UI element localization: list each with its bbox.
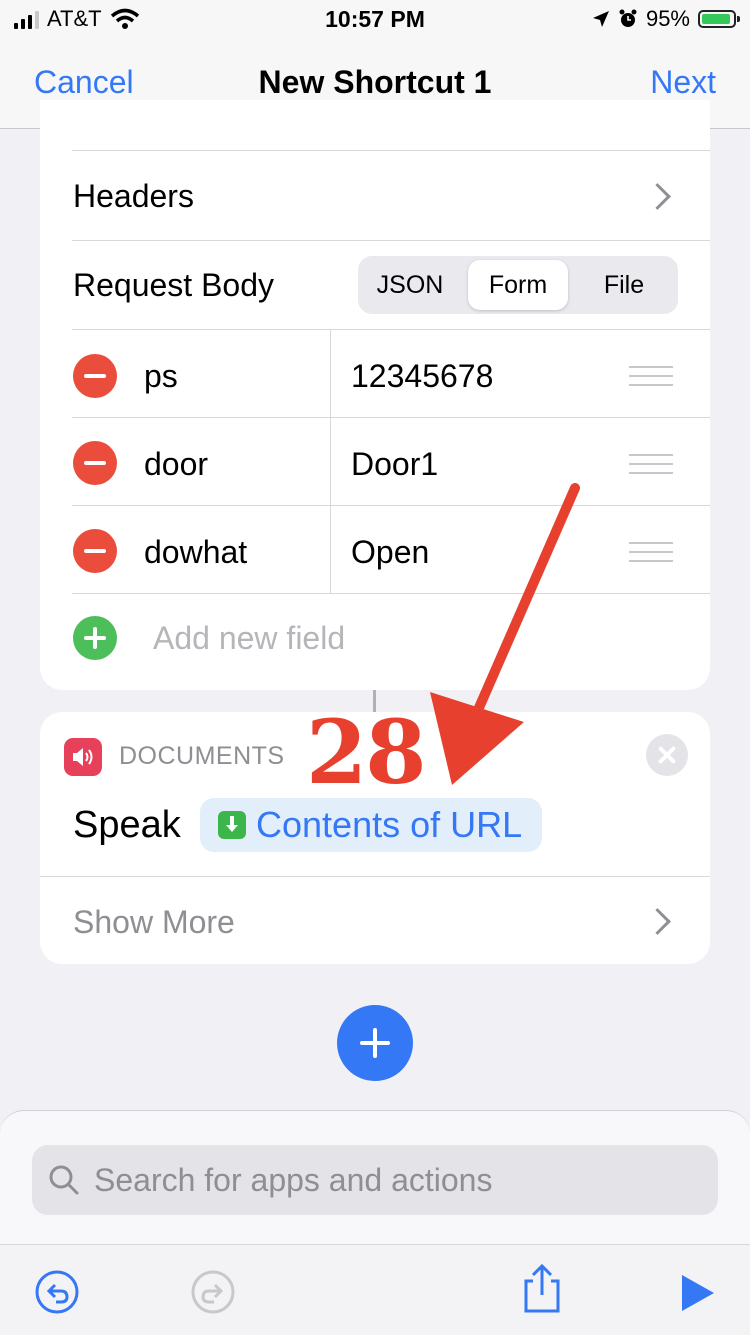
add-field-placeholder[interactable]: Add new field	[153, 620, 345, 657]
next-button[interactable]: Next	[650, 64, 716, 101]
field-column-divider	[330, 329, 331, 593]
status-right: 95%	[592, 6, 740, 32]
search-placeholder: Search for apps and actions	[94, 1162, 493, 1198]
add-field-icon[interactable]	[73, 616, 117, 660]
field-key[interactable]: door	[144, 446, 208, 483]
speak-verb: Speak	[73, 804, 181, 846]
show-more-label[interactable]: Show More	[73, 904, 235, 941]
field-value[interactable]: Door1	[351, 446, 438, 483]
chevron-right-icon[interactable]	[644, 908, 671, 935]
undo-icon[interactable]	[34, 1269, 80, 1315]
bottom-toolbar	[0, 1244, 750, 1335]
action-search-sheet: Search for apps and actions	[0, 1110, 750, 1245]
battery-icon	[698, 10, 740, 28]
request-body-segmented-control[interactable]: JSON Form File	[358, 256, 678, 314]
token-label: Contents of URL	[256, 804, 523, 845]
action-category: DOCUMENTS	[119, 742, 285, 770]
remove-icon[interactable]	[73, 529, 117, 573]
add-action-icon[interactable]	[337, 1005, 413, 1081]
alarm-icon	[619, 9, 637, 27]
battery-percent: 95%	[645, 6, 690, 31]
speaker-icon	[64, 738, 102, 776]
page-title: New Shortcut 1	[258, 64, 492, 100]
headers-label[interactable]: Headers	[73, 178, 194, 215]
segment-json[interactable]: JSON	[360, 256, 460, 314]
download-icon	[218, 811, 246, 839]
share-icon[interactable]	[520, 1263, 564, 1315]
contents-of-url-token[interactable]: Contents of URL	[200, 798, 543, 852]
get-url-action-card: Headers Request Body JSON Form File ps 1…	[40, 100, 710, 690]
drag-handle-icon[interactable]	[629, 454, 673, 474]
segment-file[interactable]: File	[574, 256, 674, 314]
annotation-arrow	[430, 483, 580, 785]
play-icon[interactable]	[680, 1273, 716, 1313]
field-value[interactable]: 12345678	[351, 358, 493, 395]
field-key[interactable]: dowhat	[144, 534, 247, 571]
status-bar: AT&T 10:57 PM 95%	[0, 0, 750, 40]
search-input[interactable]: Search for apps and actions	[32, 1145, 718, 1215]
segment-form[interactable]: Form	[468, 260, 568, 310]
remove-icon[interactable]	[73, 441, 117, 485]
field-value[interactable]: Open	[351, 534, 429, 571]
chevron-right-icon[interactable]	[644, 183, 671, 210]
step-annotation: 28	[306, 700, 426, 804]
redo-icon[interactable]	[190, 1269, 236, 1315]
field-key[interactable]: ps	[144, 358, 178, 395]
remove-icon[interactable]	[73, 354, 117, 398]
drag-handle-icon[interactable]	[629, 542, 673, 562]
drag-handle-icon[interactable]	[629, 366, 673, 386]
search-icon	[49, 1165, 79, 1195]
request-body-label: Request Body	[73, 267, 275, 303]
close-icon[interactable]	[646, 734, 688, 776]
location-icon	[592, 11, 609, 27]
